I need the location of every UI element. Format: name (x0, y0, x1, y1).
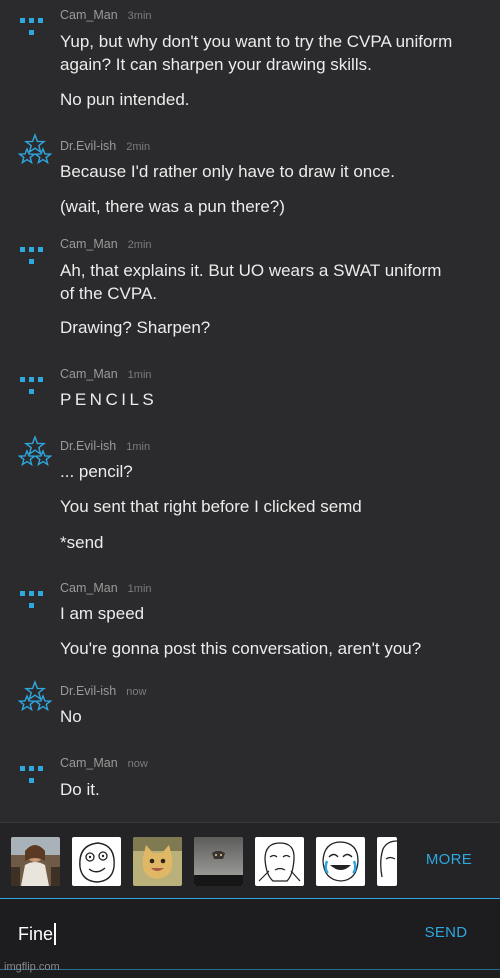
message-text: You're gonna post this conversation, are… (60, 639, 422, 658)
rage-face-thumbnail[interactable] (72, 837, 121, 886)
message-text: PENCILS (60, 390, 158, 409)
message-text: Do it. (60, 780, 100, 799)
input-underline (0, 969, 500, 970)
happy-cat-thumbnail[interactable] (133, 837, 182, 886)
message-text: *send (60, 533, 104, 552)
message-time: 2min (127, 239, 152, 251)
message-meta: Dr.Evil-ish 1min (60, 439, 150, 453)
message-text: Yup, but why don't you want to try the C… (60, 32, 453, 51)
blue-dots-avatar-icon[interactable] (18, 14, 52, 48)
blue-dots-avatar-icon[interactable] (18, 762, 52, 796)
sender-name[interactable]: Dr.Evil-ish (60, 439, 116, 453)
message-meta: Cam_Man 2min (60, 237, 152, 251)
message-meta: Cam_Man now (60, 756, 148, 770)
star-pyramid-avatar-icon[interactable] (18, 133, 52, 167)
message-text: Drawing? Sharpen? (60, 318, 211, 337)
blue-dots-avatar-icon[interactable] (18, 587, 52, 621)
message-meta: Cam_Man 3min (60, 8, 152, 22)
message-time: 1min (126, 441, 151, 453)
message-text: No (60, 707, 82, 726)
message-text: I am speed (60, 604, 145, 623)
challenge-accepted-face-thumbnail[interactable] (377, 837, 397, 886)
message-text: (wait, there was a pun there?) (60, 197, 285, 216)
sender-name[interactable]: Cam_Man (60, 237, 118, 251)
sender-name[interactable]: Cam_Man (60, 581, 118, 595)
sender-name[interactable]: Cam_Man (60, 367, 118, 381)
message-time: now (126, 686, 147, 698)
message-meta: Cam_Man 1min (60, 581, 152, 595)
message-text: No pun intended. (60, 90, 190, 109)
message-text: of the CVPA. (60, 284, 158, 303)
message-time: 1min (127, 369, 152, 381)
sender-name[interactable]: Dr.Evil-ish (60, 684, 116, 698)
message-time: 3min (127, 10, 152, 22)
message-text: ... pencil? (60, 462, 133, 481)
chat-message-list[interactable]: Cam_Man 3min Yup, but why don't you want … (0, 0, 500, 820)
message-meta: Dr.Evil-ish 2min (60, 139, 150, 153)
message-text: again? It can sharpen your drawing skill… (60, 55, 372, 74)
more-button[interactable]: MORE (412, 851, 486, 868)
okay-face-thumbnail[interactable] (255, 837, 304, 886)
message-meta: Dr.Evil-ish now (60, 684, 146, 698)
jesus-meme-thumbnail[interactable] (11, 837, 60, 886)
tears-of-joy-face-thumbnail[interactable] (316, 837, 365, 886)
star-pyramid-avatar-icon[interactable] (18, 435, 52, 469)
sender-name[interactable]: Cam_Man (60, 8, 118, 22)
message-time: 2min (126, 141, 151, 153)
message-input-value[interactable]: Fine (18, 924, 53, 945)
message-meta: Cam_Man 1min (60, 367, 152, 381)
sender-name[interactable]: Cam_Man (60, 756, 118, 770)
star-pyramid-avatar-icon[interactable] (18, 680, 52, 714)
message-time: 1min (127, 583, 152, 595)
text-caret (54, 923, 56, 945)
sender-name[interactable]: Dr.Evil-ish (60, 139, 116, 153)
meme-picker-bar: MORE (0, 822, 500, 899)
send-button[interactable]: SEND (412, 924, 480, 941)
message-time: now (127, 758, 148, 770)
message-text: Ah, that explains it. But UO wears a SWA… (60, 261, 442, 280)
watermark: imgflip.com (4, 961, 60, 973)
ceiling-cat-thumbnail[interactable] (194, 837, 243, 886)
message-text: Because I'd rather only have to draw it … (60, 162, 395, 181)
blue-dots-avatar-icon[interactable] (18, 243, 52, 277)
message-text: You sent that right before I clicked sem… (60, 497, 362, 516)
blue-dots-avatar-icon[interactable] (18, 373, 52, 407)
message-composer: Fine SEND (0, 898, 500, 978)
message-input[interactable]: Fine (18, 919, 398, 949)
